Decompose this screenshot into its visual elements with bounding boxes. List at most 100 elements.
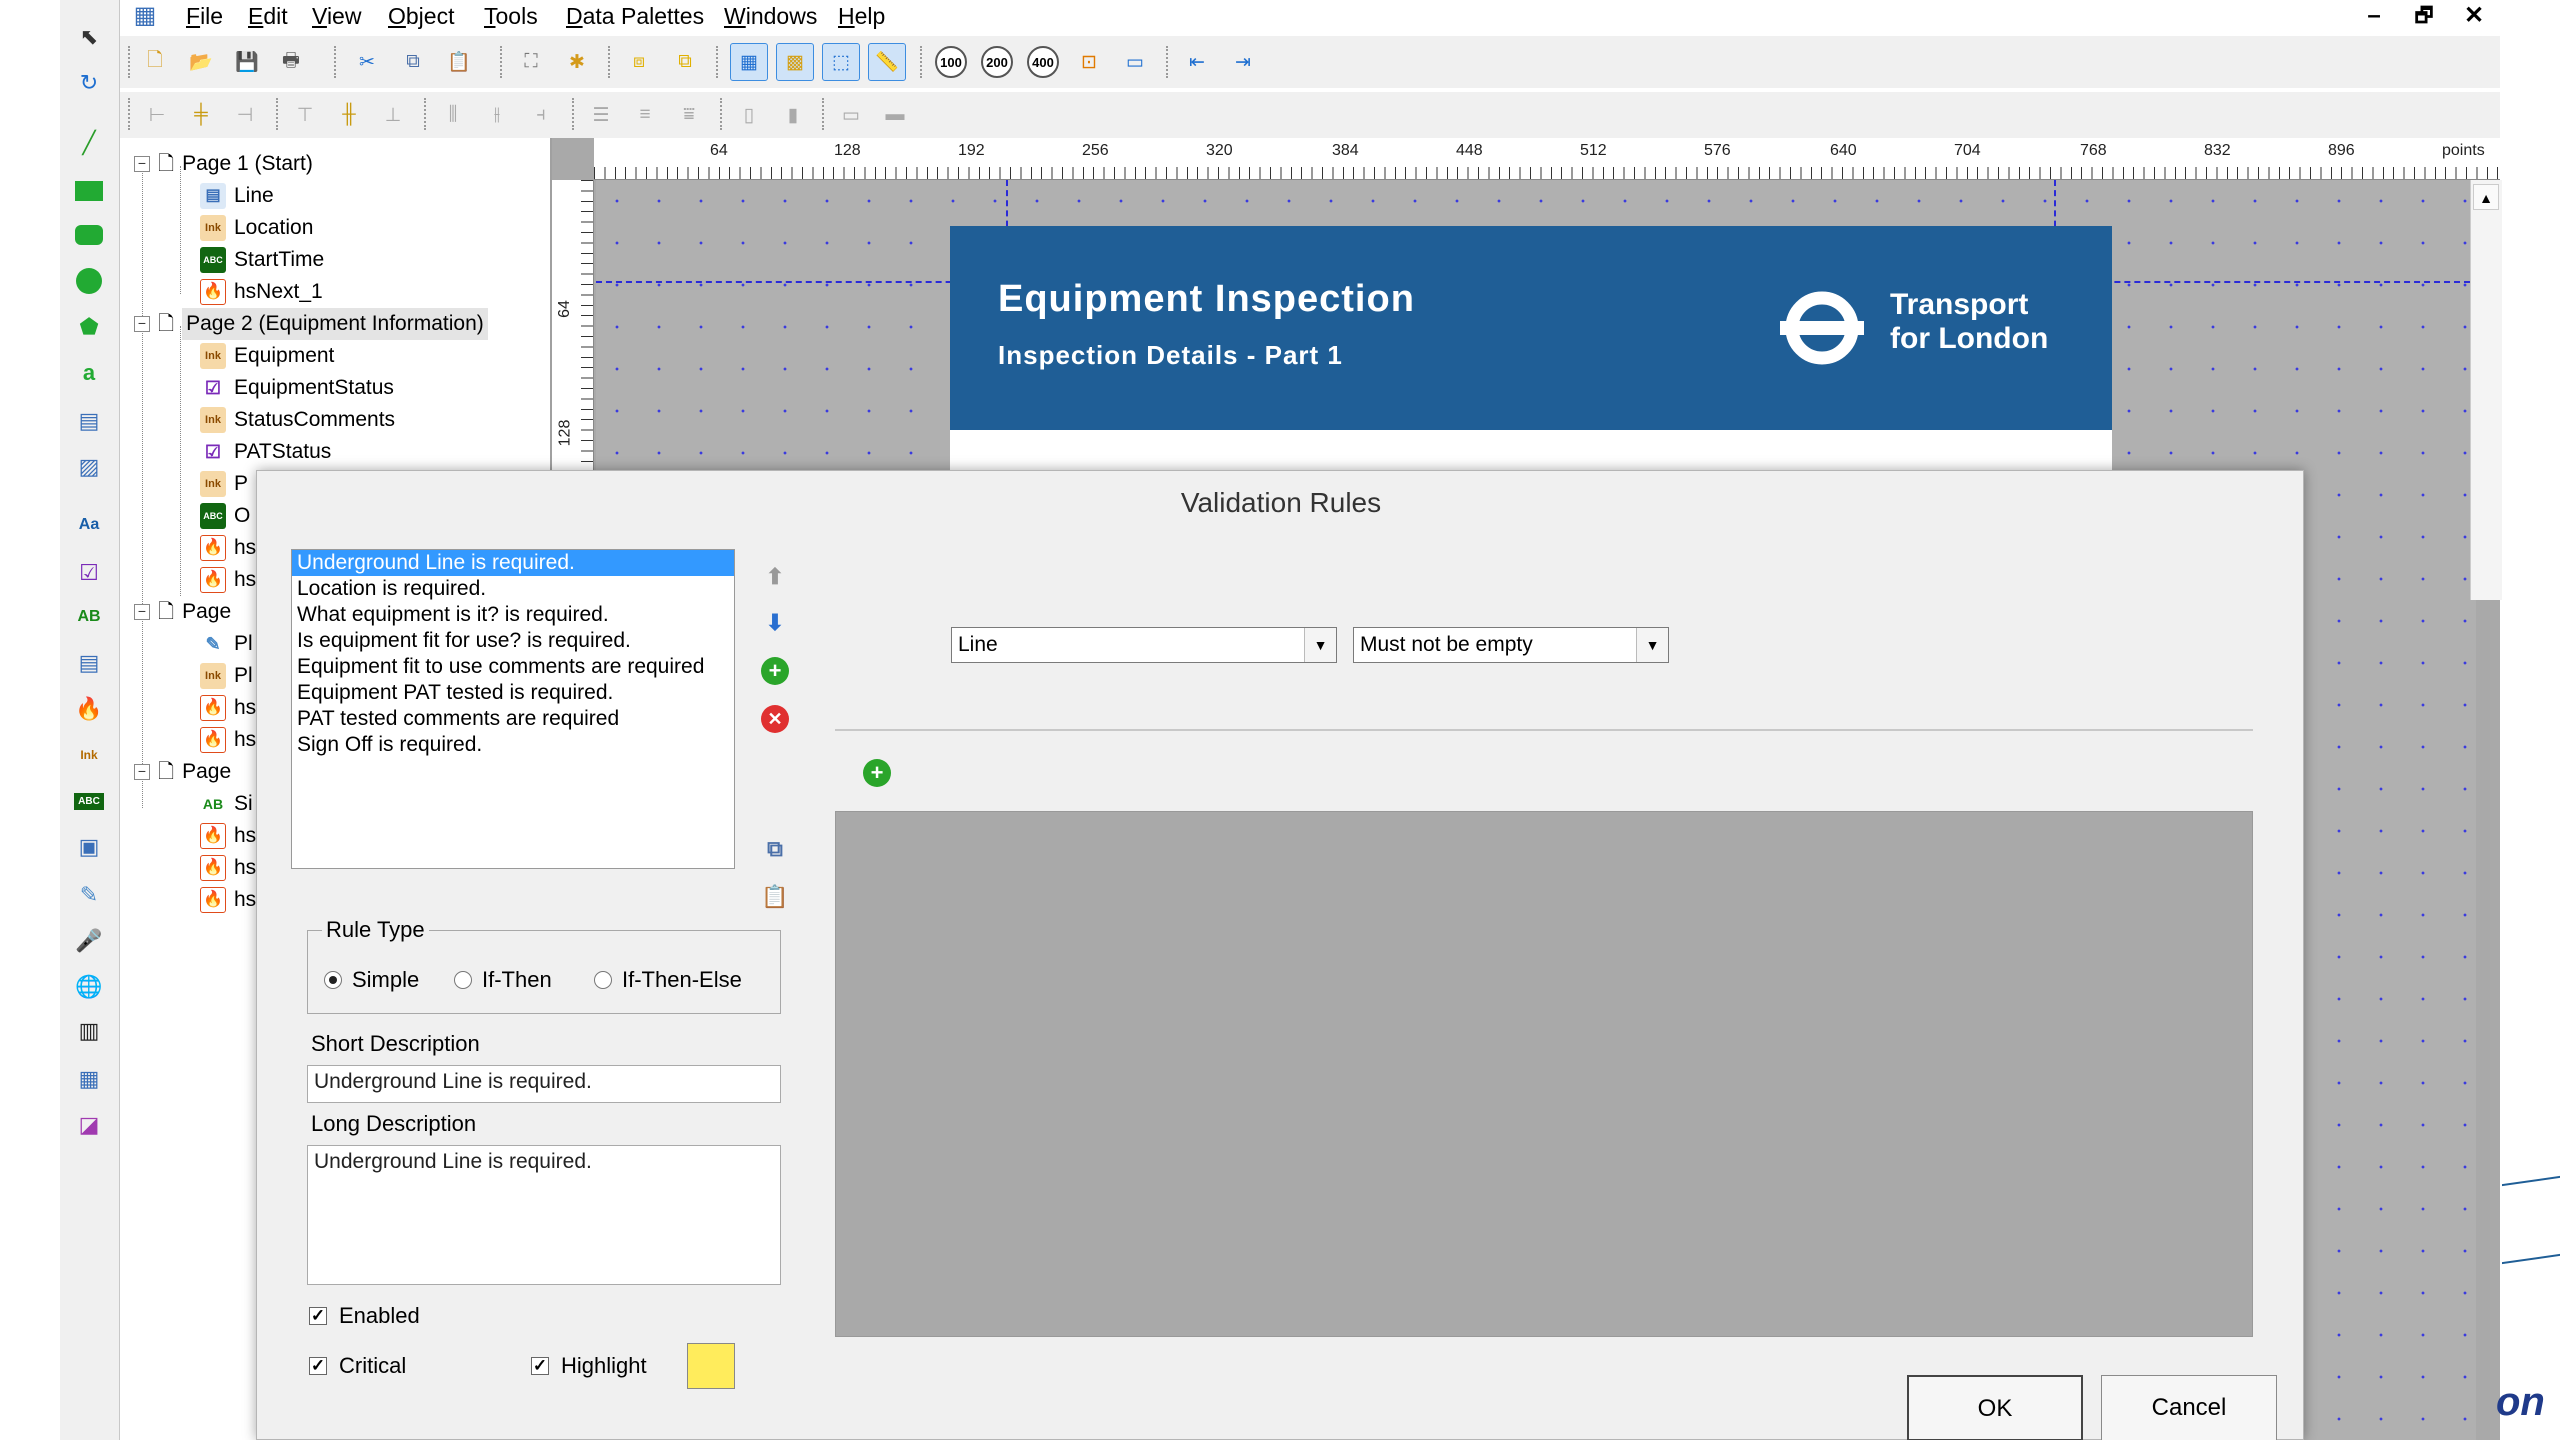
short-description-field[interactable]: Underground Line is required.: [307, 1065, 781, 1103]
field-select[interactable]: Line ▼: [951, 627, 1337, 663]
tree-item-location[interactable]: Ink Location: [200, 212, 313, 244]
image-tool-icon[interactable]: ▨: [72, 450, 106, 484]
copy-rule-icon[interactable]: ⧉: [759, 833, 791, 865]
distribute-horizontal-icon[interactable]: ⫼: [434, 96, 472, 134]
same-width-icon[interactable]: ▯: [730, 96, 768, 134]
abc-field-tool-icon[interactable]: ABC: [72, 784, 106, 818]
scroll-up-icon[interactable]: ▲: [2473, 184, 2499, 210]
print-icon[interactable]: 🖶: [272, 43, 310, 81]
distribute-top-icon[interactable]: ☰: [582, 96, 620, 134]
tree-item-hs[interactable]: 🔥 hs: [200, 852, 256, 884]
same-size-icon[interactable]: ▭: [832, 96, 870, 134]
enabled-checkbox[interactable]: ✓ Enabled: [309, 1303, 420, 1329]
menu-data-palettes[interactable]: Data Palettes: [560, 0, 710, 32]
add-condition-button[interactable]: +: [861, 757, 893, 789]
tree-page-3[interactable]: − 🗋 Page: [134, 596, 231, 628]
tree-item-pl[interactable]: ✎ Pl: [200, 628, 253, 660]
rectangle-tool-icon[interactable]: [72, 174, 106, 208]
list-field-tool-icon[interactable]: ▤: [72, 646, 106, 680]
rule-list-item[interactable]: Equipment PAT tested is required.: [292, 680, 734, 706]
close-button[interactable]: ✕: [2454, 0, 2494, 32]
hotspot-tool-icon[interactable]: 🔥: [72, 692, 106, 726]
menu-help[interactable]: Help: [832, 0, 891, 32]
rule-type-if-then-else-radio[interactable]: If-Then-Else: [594, 967, 742, 993]
collapse-icon[interactable]: −: [134, 156, 150, 172]
tree-item-hs[interactable]: 🔥 hs: [200, 820, 256, 852]
highlight-color-swatch[interactable]: [687, 1343, 735, 1389]
tree-page-1[interactable]: − 🗋 Page 1 (Start): [134, 148, 313, 180]
align-right-icon[interactable]: ⊣: [226, 96, 264, 134]
polygon-tool-icon[interactable]: ⬟: [72, 310, 106, 344]
tree-item-starttime[interactable]: ABC StartTime: [200, 244, 324, 276]
collapse-icon[interactable]: −: [134, 316, 150, 332]
align-center-icon[interactable]: ╪: [182, 96, 220, 134]
align-middle-icon[interactable]: ╫: [330, 96, 368, 134]
align-top-icon[interactable]: ⊤: [286, 96, 324, 134]
delete-rule-button[interactable]: ✕: [759, 703, 791, 735]
zoom-400-button[interactable]: 400: [1024, 43, 1062, 81]
tree-item-p[interactable]: Ink P: [200, 468, 248, 500]
highlight-checkbox[interactable]: ✓ Highlight: [531, 1353, 647, 1379]
collapse-icon[interactable]: −: [134, 764, 150, 780]
tree-page-4[interactable]: − 🗋 Page: [134, 756, 231, 788]
rule-list-item[interactable]: Location is required.: [292, 576, 734, 602]
rule-list-item[interactable]: Underground Line is required.: [292, 550, 734, 576]
tree-item-hs[interactable]: 🔥 hs: [200, 692, 256, 724]
align-bottom-icon[interactable]: ⊥: [374, 96, 412, 134]
rule-list-item[interactable]: Sign Off is required.: [292, 732, 734, 758]
auto-field-tool-icon[interactable]: Aa: [72, 508, 106, 542]
form-body-area[interactable]: [950, 430, 2112, 470]
cancel-button[interactable]: Cancel: [2101, 1375, 2277, 1440]
add-rule-button[interactable]: +: [759, 655, 791, 687]
paste-rule-icon[interactable]: 📋: [759, 881, 791, 913]
save-icon[interactable]: 💾: [228, 43, 266, 81]
fit-page-icon[interactable]: ⊡: [1070, 43, 1108, 81]
rule-list-item[interactable]: PAT tested comments are required: [292, 706, 734, 732]
form-header-banner[interactable]: Equipment Inspection Inspection Details …: [950, 226, 2112, 430]
menu-object[interactable]: Object: [382, 0, 460, 32]
checklist-tool-icon[interactable]: ☑: [72, 556, 106, 590]
copy-icon[interactable]: ⧉: [394, 43, 432, 81]
rule-type-simple-radio[interactable]: Simple: [324, 967, 419, 993]
tree-item-hs[interactable]: 🔥 hs: [200, 564, 256, 596]
align-left-icon[interactable]: ⊢: [138, 96, 176, 134]
rule-type-if-then-radio[interactable]: If-Then: [454, 967, 552, 993]
menu-file[interactable]: File: [180, 0, 229, 32]
menu-windows[interactable]: Windows: [718, 0, 823, 32]
open-folder-icon[interactable]: 📂: [182, 43, 220, 81]
tree-item-si[interactable]: AB Si: [200, 788, 253, 820]
menu-view[interactable]: View: [306, 0, 367, 32]
tree-item-hs[interactable]: 🔥 hs: [200, 532, 256, 564]
tree-item-o[interactable]: ABC O: [200, 500, 250, 532]
cut-icon[interactable]: ✂: [348, 43, 386, 81]
tree-item-line[interactable]: ▤ Line: [200, 180, 274, 212]
group-icon[interactable]: ⛶: [512, 43, 550, 81]
long-description-field[interactable]: Underground Line is required.: [307, 1145, 781, 1285]
globe-tool-icon[interactable]: 🌐: [72, 970, 106, 1004]
tree-item-statuscomments[interactable]: Ink StatusComments: [200, 404, 395, 436]
microphone-tool-icon[interactable]: 🎤: [72, 924, 106, 958]
send-to-back-icon[interactable]: ⧉: [666, 43, 704, 81]
ink-tool-icon[interactable]: Ink: [72, 738, 106, 772]
rounded-rectangle-tool-icon[interactable]: [72, 218, 106, 252]
rotate-tool-icon[interactable]: ↻: [72, 66, 106, 100]
pointer-tool-icon[interactable]: ⬉: [72, 20, 106, 54]
rule-list-item[interactable]: Is equipment fit for use? is required.: [292, 628, 734, 654]
tree-item-hs[interactable]: 🔥 hs: [200, 724, 256, 756]
condition-select[interactable]: Must not be empty ▼: [1353, 627, 1669, 663]
table-tool-icon[interactable]: ▦: [72, 1062, 106, 1096]
signature-tool-icon[interactable]: ✎: [72, 878, 106, 912]
next-page-icon[interactable]: ⇥: [1224, 43, 1262, 81]
rule-list-item[interactable]: Equipment fit to use comments are requir…: [292, 654, 734, 680]
critical-checkbox[interactable]: ✓ Critical: [309, 1353, 406, 1379]
fit-width-icon[interactable]: ▭: [1116, 43, 1154, 81]
same-height-icon[interactable]: ▮: [774, 96, 812, 134]
ok-button[interactable]: OK: [1907, 1375, 2083, 1440]
ruler-icon[interactable]: 📏: [868, 43, 906, 81]
menu-tools[interactable]: Tools: [478, 0, 544, 32]
barcode-tool-icon[interactable]: ▥: [72, 1014, 106, 1048]
zoom-200-button[interactable]: 200: [978, 43, 1016, 81]
paste-icon[interactable]: 📋: [440, 43, 478, 81]
tree-item-pl[interactable]: Ink Pl: [200, 660, 253, 692]
canvas-scrollbar[interactable]: ▲: [2470, 180, 2502, 600]
